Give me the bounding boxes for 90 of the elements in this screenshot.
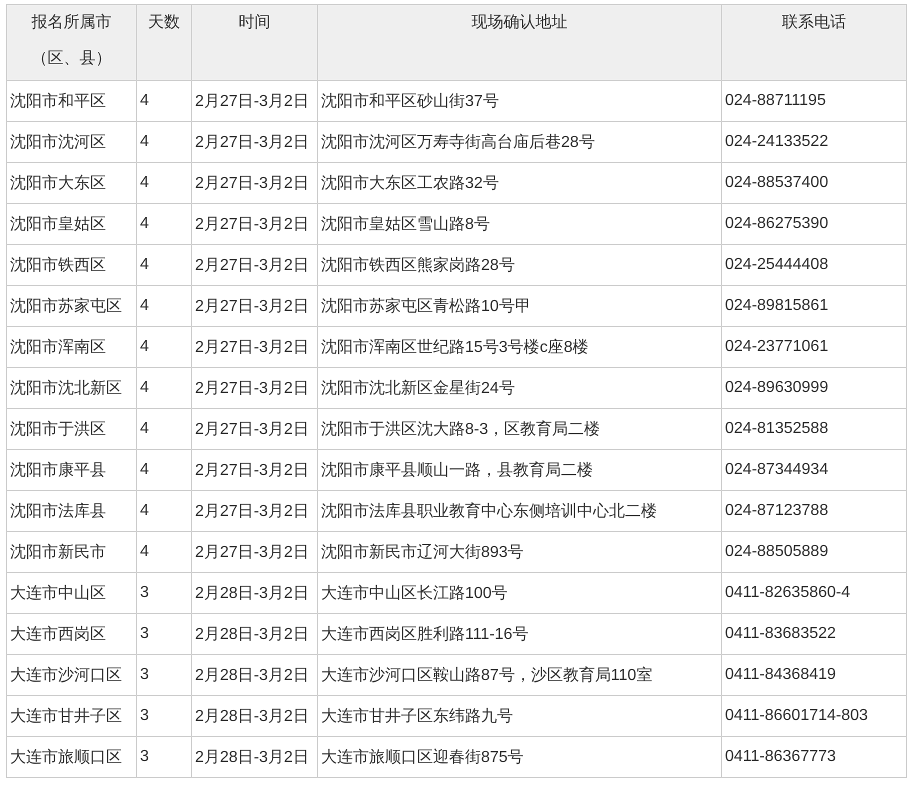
table-cell: 沈阳市铁西区 bbox=[6, 244, 136, 286]
table-cell: 2月27日-3月2日 bbox=[192, 368, 318, 408]
table-cell: 沈阳市苏家屯区 bbox=[6, 286, 136, 326]
table-cell: 2月27日-3月2日 bbox=[192, 286, 318, 326]
table-cell: 024-24133522 bbox=[722, 122, 906, 162]
table-cell: 大连市甘井子区 bbox=[6, 696, 136, 736]
table-cell: 大连市西岗区 bbox=[6, 614, 136, 654]
column-header: 现场确认地址 bbox=[318, 4, 722, 80]
table-cell: 4 bbox=[136, 244, 192, 286]
table-cell: 大连市中山区 bbox=[6, 572, 136, 614]
table-cell: 024-81352588 bbox=[722, 408, 906, 450]
table-cell: 沈阳市法库县职业教育中心东侧培训中心北二楼 bbox=[318, 490, 722, 532]
column-header: 报名所属市（区、县） bbox=[6, 4, 136, 80]
table-cell: 024-88537400 bbox=[722, 162, 906, 204]
table-cell: 沈阳市沈北新区 bbox=[6, 368, 136, 408]
table-cell: 4 bbox=[136, 162, 192, 204]
column-header: 时间 bbox=[192, 4, 318, 80]
table-cell: 沈阳市沈河区 bbox=[6, 122, 136, 162]
column-header: 天数 bbox=[136, 4, 192, 80]
table-cell: 024-23771061 bbox=[722, 326, 906, 368]
table-cell: 沈阳市浑南区世纪路15号3号楼c座8楼 bbox=[318, 326, 722, 368]
table-cell: 024-89815861 bbox=[722, 286, 906, 326]
table-cell: 2月27日-3月2日 bbox=[192, 326, 318, 368]
table-cell: 沈阳市沈河区万寿寺街高台庙后巷28号 bbox=[318, 122, 722, 162]
table-cell: 024-88505889 bbox=[722, 532, 906, 572]
table-cell: 3 bbox=[136, 696, 192, 736]
table-cell: 2月27日-3月2日 bbox=[192, 162, 318, 204]
table-cell: 沈阳市苏家屯区青松路10号甲 bbox=[318, 286, 722, 326]
table-cell: 024-88711195 bbox=[722, 80, 906, 122]
table-cell: 4 bbox=[136, 326, 192, 368]
table-cell: 0411-86367773 bbox=[722, 736, 906, 778]
table-cell: 沈阳市新民市辽河大街893号 bbox=[318, 532, 722, 572]
table-cell: 4 bbox=[136, 368, 192, 408]
table-cell: 0411-82635860-4 bbox=[722, 572, 906, 614]
table-cell: 0411-84368419 bbox=[722, 654, 906, 696]
table-cell: 024-87123788 bbox=[722, 490, 906, 532]
table-cell: 2月28日-3月2日 bbox=[192, 654, 318, 696]
table-cell: 沈阳市于洪区沈大路8-3，区教育局二楼 bbox=[318, 408, 722, 450]
table-cell: 3 bbox=[136, 654, 192, 696]
table-cell: 3 bbox=[136, 572, 192, 614]
table-cell: 大连市旅顺口区迎春街875号 bbox=[318, 736, 722, 778]
table-cell: 2月27日-3月2日 bbox=[192, 450, 318, 490]
table-cell: 沈阳市皇姑区雪山路8号 bbox=[318, 204, 722, 244]
table-cell: 沈阳市康平县 bbox=[6, 450, 136, 490]
table-cell: 沈阳市和平区 bbox=[6, 80, 136, 122]
table-cell: 2月28日-3月2日 bbox=[192, 736, 318, 778]
table-cell: 沈阳市浑南区 bbox=[6, 326, 136, 368]
table-cell: 024-86275390 bbox=[722, 204, 906, 244]
table-cell: 4 bbox=[136, 408, 192, 450]
table-cell: 4 bbox=[136, 204, 192, 244]
table-cell: 4 bbox=[136, 80, 192, 122]
table-cell: 4 bbox=[136, 286, 192, 326]
table-cell: 2月27日-3月2日 bbox=[192, 80, 318, 122]
table-cell: 4 bbox=[136, 490, 192, 532]
table-cell: 024-87344934 bbox=[722, 450, 906, 490]
table-cell: 2月28日-3月2日 bbox=[192, 696, 318, 736]
table-cell: 沈阳市和平区砂山街37号 bbox=[318, 80, 722, 122]
table-cell: 2月28日-3月2日 bbox=[192, 572, 318, 614]
table-cell: 沈阳市皇姑区 bbox=[6, 204, 136, 244]
table-cell: 沈阳市大东区工农路32号 bbox=[318, 162, 722, 204]
table-cell: 3 bbox=[136, 614, 192, 654]
table-cell: 大连市中山区长江路100号 bbox=[318, 572, 722, 614]
table-cell: 0411-83683522 bbox=[722, 614, 906, 654]
table-cell: 2月27日-3月2日 bbox=[192, 490, 318, 532]
table-cell: 4 bbox=[136, 122, 192, 162]
table-cell: 2月27日-3月2日 bbox=[192, 204, 318, 244]
table-cell: 沈阳市康平县顺山一路，县教育局二楼 bbox=[318, 450, 722, 490]
table-cell: 2月27日-3月2日 bbox=[192, 122, 318, 162]
table-cell: 沈阳市沈北新区金星街24号 bbox=[318, 368, 722, 408]
table-cell: 2月27日-3月2日 bbox=[192, 244, 318, 286]
column-header: 联系电话 bbox=[722, 4, 906, 80]
table-cell: 3 bbox=[136, 736, 192, 778]
table-cell: 沈阳市铁西区熊家岗路28号 bbox=[318, 244, 722, 286]
table-cell: 024-25444408 bbox=[722, 244, 906, 286]
table-cell: 大连市旅顺口区 bbox=[6, 736, 136, 778]
table-cell: 2月27日-3月2日 bbox=[192, 532, 318, 572]
table-cell: 024-89630999 bbox=[722, 368, 906, 408]
table-cell: 2月28日-3月2日 bbox=[192, 614, 318, 654]
table-cell: 大连市沙河口区 bbox=[6, 654, 136, 696]
table-cell: 大连市西岗区胜利路111-16号 bbox=[318, 614, 722, 654]
table-cell: 2月27日-3月2日 bbox=[192, 408, 318, 450]
table-cell: 4 bbox=[136, 450, 192, 490]
table-cell: 大连市沙河口区鞍山路87号，沙区教育局110室 bbox=[318, 654, 722, 696]
table-cell: 沈阳市法库县 bbox=[6, 490, 136, 532]
table-cell: 沈阳市新民市 bbox=[6, 532, 136, 572]
table-cell: 沈阳市大东区 bbox=[6, 162, 136, 204]
table-cell: 沈阳市于洪区 bbox=[6, 408, 136, 450]
table-cell: 0411-86601714-803 bbox=[722, 696, 906, 736]
table-cell: 4 bbox=[136, 532, 192, 572]
table-cell: 大连市甘井子区东纬路九号 bbox=[318, 696, 722, 736]
